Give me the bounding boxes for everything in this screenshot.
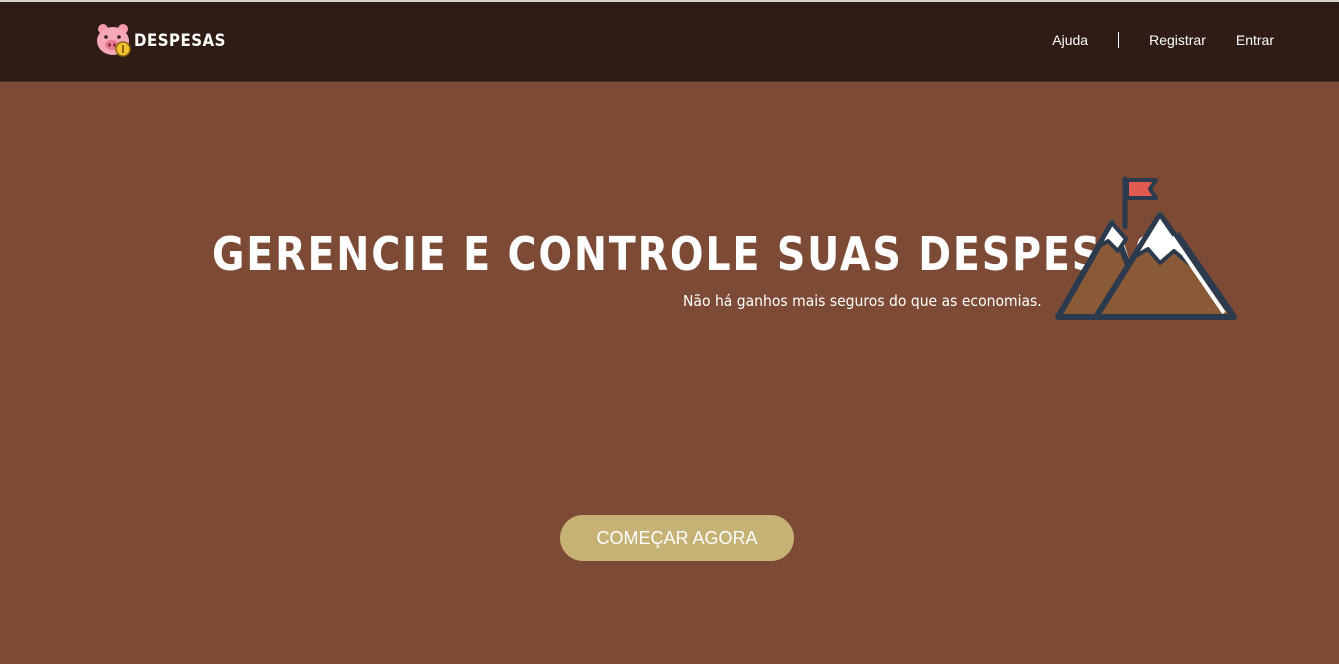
nav-link-registrar[interactable]: Registrar bbox=[1149, 32, 1206, 48]
nav-links: Ajuda Registrar Entrar bbox=[1052, 32, 1274, 48]
hero-title: GERENCIE E CONTROLE SUAS DESPESAS bbox=[212, 228, 1165, 282]
nav-link-ajuda[interactable]: Ajuda bbox=[1052, 32, 1088, 48]
brand-link[interactable]: DESPESAS bbox=[95, 22, 226, 58]
nav-link-entrar[interactable]: Entrar bbox=[1236, 32, 1274, 48]
navbar: DESPESAS Ajuda Registrar Entrar bbox=[0, 2, 1339, 82]
hero-subtitle: Não há ganhos mais seguros do que as eco… bbox=[683, 292, 1042, 310]
start-now-button[interactable]: COMEÇAR AGORA bbox=[560, 515, 794, 561]
nav-divider bbox=[1118, 32, 1120, 48]
piggy-coin-icon bbox=[97, 24, 131, 57]
mountain-flag-icon bbox=[1055, 176, 1237, 320]
brand-name: DESPESAS bbox=[134, 29, 226, 51]
